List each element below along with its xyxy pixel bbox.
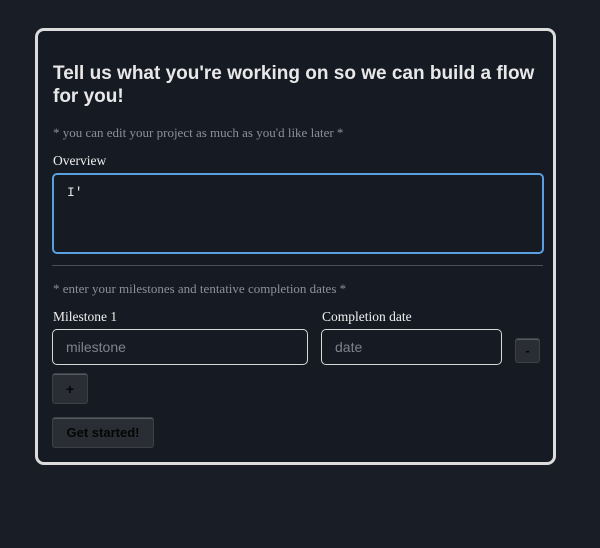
add-milestone-button[interactable]: +: [52, 373, 88, 404]
overview-label: Overview: [53, 153, 107, 168]
edit-note: * you can edit your project as much as y…: [53, 125, 344, 140]
completion-date-label: Completion date: [322, 309, 412, 324]
overview-textarea[interactable]: [52, 173, 544, 254]
milestone-input[interactable]: [52, 329, 308, 365]
section-divider: [52, 265, 543, 266]
date-input[interactable]: [321, 329, 502, 365]
milestone-label: Milestone 1: [53, 309, 118, 324]
remove-milestone-button[interactable]: -: [515, 338, 540, 363]
project-setup-card: Tell us what you're working on so we can…: [35, 28, 556, 465]
milestones-note: * enter your milestones and tentative co…: [53, 281, 347, 296]
get-started-button[interactable]: Get started!: [52, 417, 154, 448]
page-title: Tell us what you're working on so we can…: [53, 63, 535, 107]
